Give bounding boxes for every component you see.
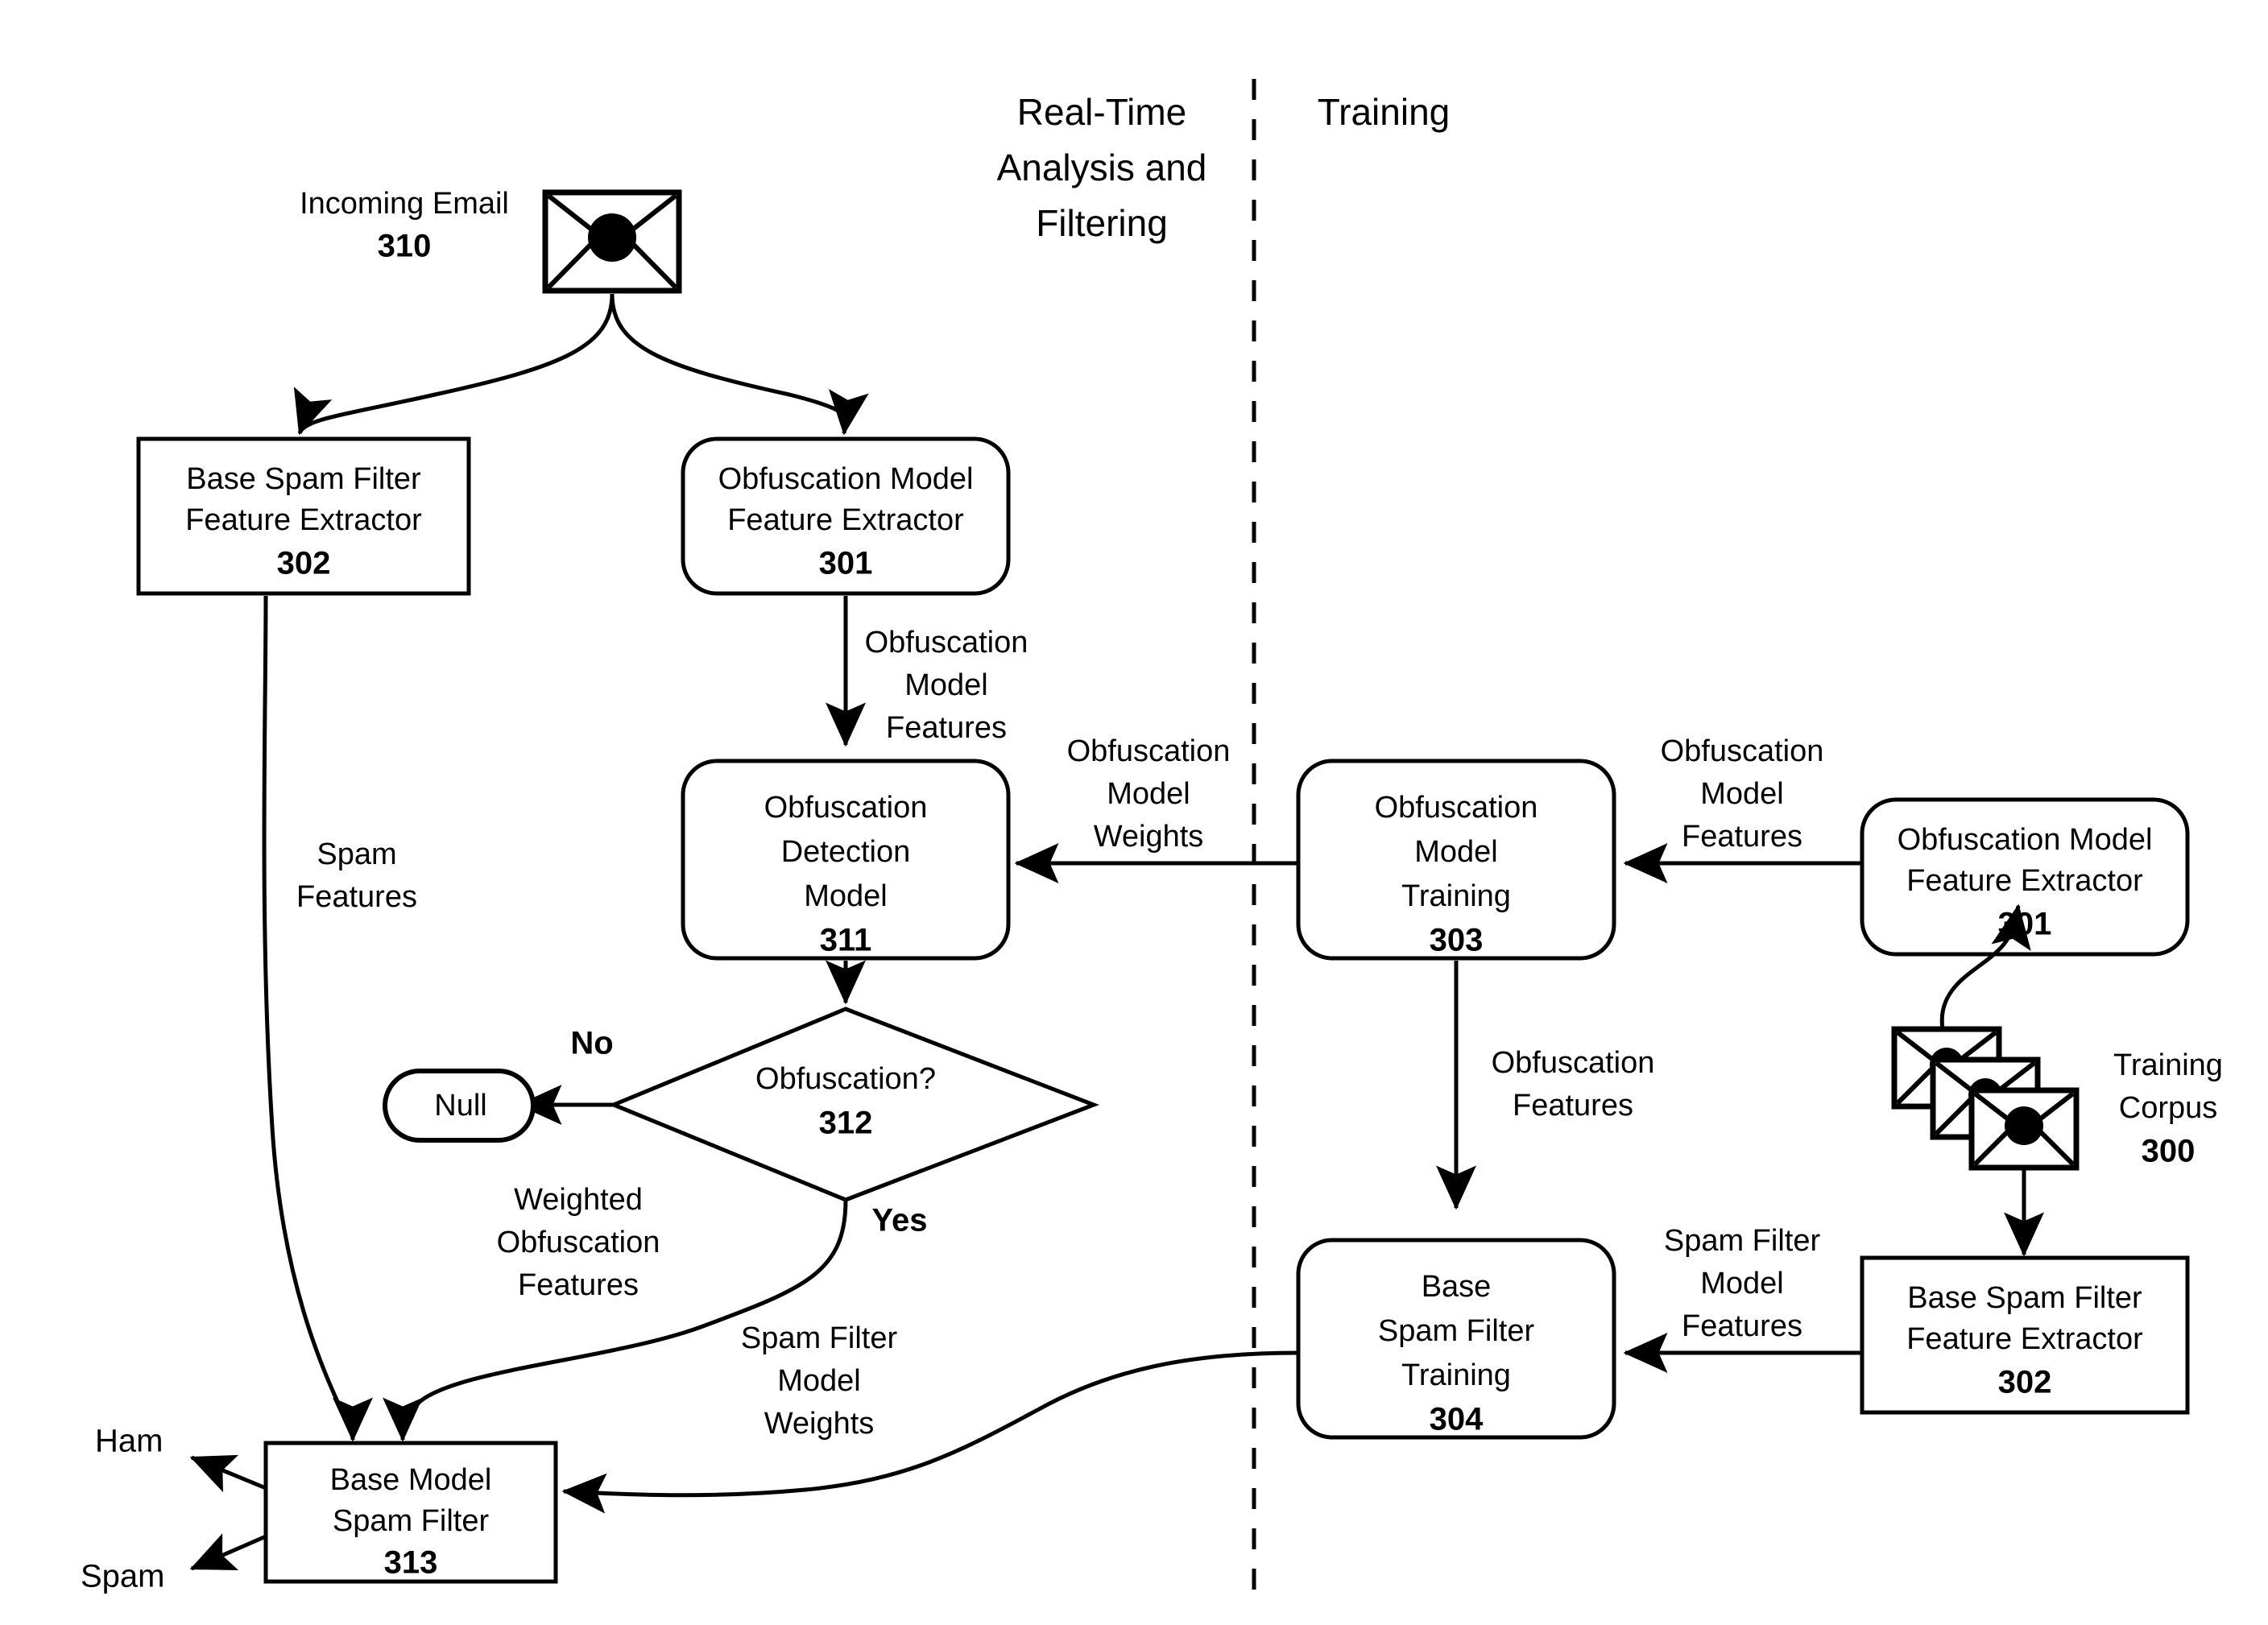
label-obfuscation-model-weights: Obfuscation Model Weights bbox=[1067, 734, 1231, 854]
envelope-e-glyph-front: e bbox=[2016, 1110, 2031, 1141]
node-obfuscation-decision[interactable]: Obfuscation? 312 bbox=[608, 1007, 1099, 1202]
training-corpus-node: e e e Training Corpus 300 bbox=[1891, 1026, 2223, 1171]
label-weighted-obfuscation-features: Weighted Obfuscation Features bbox=[497, 1183, 660, 1302]
section-heading-realtime: Real-Time Analysis and Filtering bbox=[997, 91, 1207, 244]
node-312-line1: Obfuscation? bbox=[755, 1062, 936, 1096]
section-heading-realtime-line2: Analysis and bbox=[997, 147, 1207, 188]
node-null-label: Null bbox=[434, 1089, 486, 1123]
label-obfuscation-model-features-tr: Obfuscation Model Features bbox=[1661, 734, 1824, 854]
section-heading-realtime-line1: Real-Time bbox=[1017, 91, 1186, 133]
edge-313-to-spam bbox=[189, 1533, 267, 1571]
node-301tr-line1: Obfuscation Model bbox=[1898, 823, 2153, 857]
node-obfuscation-model-training[interactable]: Obfuscation Model Training 303 bbox=[1296, 759, 1616, 961]
output-spam-label: Spam bbox=[81, 1559, 165, 1594]
edge-email-to-obf-extractor bbox=[610, 293, 869, 436]
label-sfmw-line1: Spam Filter bbox=[741, 1321, 898, 1355]
node-obfuscation-model-feature-extractor-rt[interactable]: Obfuscation Model Feature Extractor 301 bbox=[681, 436, 1011, 596]
node-302rt-line1: Base Spam Filter bbox=[186, 462, 421, 496]
node-301tr-line2: Feature Extractor bbox=[1906, 864, 2143, 898]
node-303-line2: Model bbox=[1414, 835, 1498, 869]
label-sfmf-line2: Model bbox=[1700, 1267, 1784, 1300]
label-obfuscation-features: Obfuscation Features bbox=[1492, 1046, 1655, 1123]
node-base-spam-filter-feature-extractor-tr[interactable]: Base Spam Filter Feature Extractor 302 bbox=[1860, 1255, 2190, 1415]
envelope-e-glyph: e bbox=[602, 217, 622, 257]
label-omf-tr-line2: Model bbox=[1700, 777, 1784, 811]
incoming-email-node: Incoming Email 310 e bbox=[300, 187, 682, 294]
node-base-model-spam-filter[interactable]: Base Model Spam Filter 313 bbox=[263, 1441, 558, 1584]
label-sfmf-line1: Spam Filter bbox=[1664, 1224, 1821, 1258]
section-heading-training-line1: Training bbox=[1318, 91, 1450, 133]
edge-email-to-base-extractor bbox=[294, 293, 615, 436]
label-omf-tr-line1: Obfuscation bbox=[1661, 734, 1824, 768]
branch-label-yes: Yes bbox=[872, 1203, 928, 1238]
node-311-line1: Obfuscation bbox=[764, 791, 928, 825]
node-302rt-line2: Feature Extractor bbox=[185, 503, 422, 537]
node-303-line1: Obfuscation bbox=[1375, 791, 1538, 825]
section-heading-training: Training bbox=[1318, 91, 1450, 133]
edge-302rt-to-313 bbox=[262, 595, 373, 1442]
node-base-spam-filter-feature-extractor-rt[interactable]: Base Spam Filter Feature Extractor 302 bbox=[136, 436, 471, 596]
label-omf-tr-line3: Features bbox=[1682, 820, 1802, 854]
label-of-line2: Features bbox=[1513, 1089, 1633, 1123]
node-302tr-line1: Base Spam Filter bbox=[1907, 1281, 2142, 1315]
label-sfmw-line3: Weights bbox=[764, 1407, 875, 1441]
node-obfuscation-detection-model[interactable]: Obfuscation Detection Model 311 bbox=[681, 759, 1011, 961]
node-302rt-ref: 302 bbox=[277, 546, 331, 581]
label-omf-rt-line2: Model bbox=[904, 668, 988, 702]
label-spam-features-line2: Features bbox=[296, 880, 417, 914]
node-311-ref: 311 bbox=[820, 923, 872, 958]
node-304-line3: Training bbox=[1401, 1358, 1511, 1392]
node-313-line2: Spam Filter bbox=[333, 1504, 490, 1538]
label-wof-line3: Features bbox=[518, 1268, 639, 1302]
label-wof-line1: Weighted bbox=[514, 1183, 643, 1217]
section-heading-realtime-line3: Filtering bbox=[1036, 202, 1168, 244]
node-304-line2: Spam Filter bbox=[1378, 1314, 1535, 1348]
label-spam-features: Spam Features bbox=[296, 837, 417, 914]
label-sfmf-line3: Features bbox=[1682, 1309, 1802, 1343]
node-313-line1: Base Model bbox=[330, 1463, 492, 1497]
output-ham-label: Ham bbox=[95, 1424, 163, 1459]
training-corpus-line1: Training bbox=[2113, 1048, 2223, 1082]
training-corpus-line2: Corpus bbox=[2119, 1091, 2218, 1125]
node-301rt-ref: 301 bbox=[819, 546, 873, 581]
label-spam-filter-model-weights: Spam Filter Model Weights bbox=[741, 1321, 898, 1441]
label-omf-rt-line1: Obfuscation bbox=[865, 626, 1028, 660]
node-303-line3: Training bbox=[1401, 879, 1511, 913]
node-obfuscation-model-feature-extractor-tr[interactable]: Obfuscation Model Feature Extractor 301 bbox=[1860, 797, 2190, 957]
envelope-stack-icon: e e e bbox=[1891, 1026, 2080, 1171]
node-302tr-line2: Feature Extractor bbox=[1906, 1322, 2143, 1356]
label-omf-rt-line3: Features bbox=[886, 711, 1007, 745]
node-312-ref: 312 bbox=[819, 1106, 873, 1141]
label-omw-line1: Obfuscation bbox=[1067, 734, 1231, 768]
label-omw-line3: Weights bbox=[1094, 820, 1204, 854]
label-omw-line2: Model bbox=[1107, 777, 1190, 811]
label-sfmw-line2: Model bbox=[777, 1364, 861, 1398]
branch-label-no: No bbox=[570, 1026, 613, 1061]
incoming-email-label: Incoming Email bbox=[300, 187, 509, 221]
training-corpus-ref: 300 bbox=[2142, 1134, 2196, 1169]
label-obfuscation-model-features-rt: Obfuscation Model Features bbox=[865, 626, 1028, 745]
node-304-line1: Base bbox=[1422, 1270, 1492, 1304]
node-301rt-line2: Feature Extractor bbox=[727, 503, 964, 537]
label-wof-line2: Obfuscation bbox=[497, 1226, 660, 1259]
node-304-ref: 304 bbox=[1430, 1402, 1484, 1437]
envelope-icon: e bbox=[542, 189, 682, 294]
node-303-ref: 303 bbox=[1430, 923, 1484, 958]
node-313-ref: 313 bbox=[384, 1545, 438, 1581]
node-null-terminator[interactable]: Null bbox=[383, 1069, 536, 1143]
node-base-spam-filter-training[interactable]: Base Spam Filter Training 304 bbox=[1296, 1238, 1616, 1440]
patent-flowchart: Real-Time Analysis and Filtering Trainin… bbox=[0, 0, 2268, 1625]
node-311-line2: Detection bbox=[781, 835, 911, 869]
node-311-line3: Model bbox=[804, 879, 888, 913]
node-301tr-ref: 301 bbox=[1998, 907, 2052, 942]
edge-304-to-313 bbox=[561, 1350, 1299, 1514]
node-301rt-line1: Obfuscation Model bbox=[718, 462, 974, 496]
node-302tr-ref: 302 bbox=[1998, 1365, 2052, 1400]
incoming-email-ref: 310 bbox=[378, 229, 432, 264]
edge-313-to-ham bbox=[189, 1454, 267, 1493]
label-of-line1: Obfuscation bbox=[1492, 1046, 1655, 1080]
label-spam-filter-model-features: Spam Filter Model Features bbox=[1664, 1224, 1821, 1343]
label-spam-features-line1: Spam bbox=[317, 837, 396, 871]
